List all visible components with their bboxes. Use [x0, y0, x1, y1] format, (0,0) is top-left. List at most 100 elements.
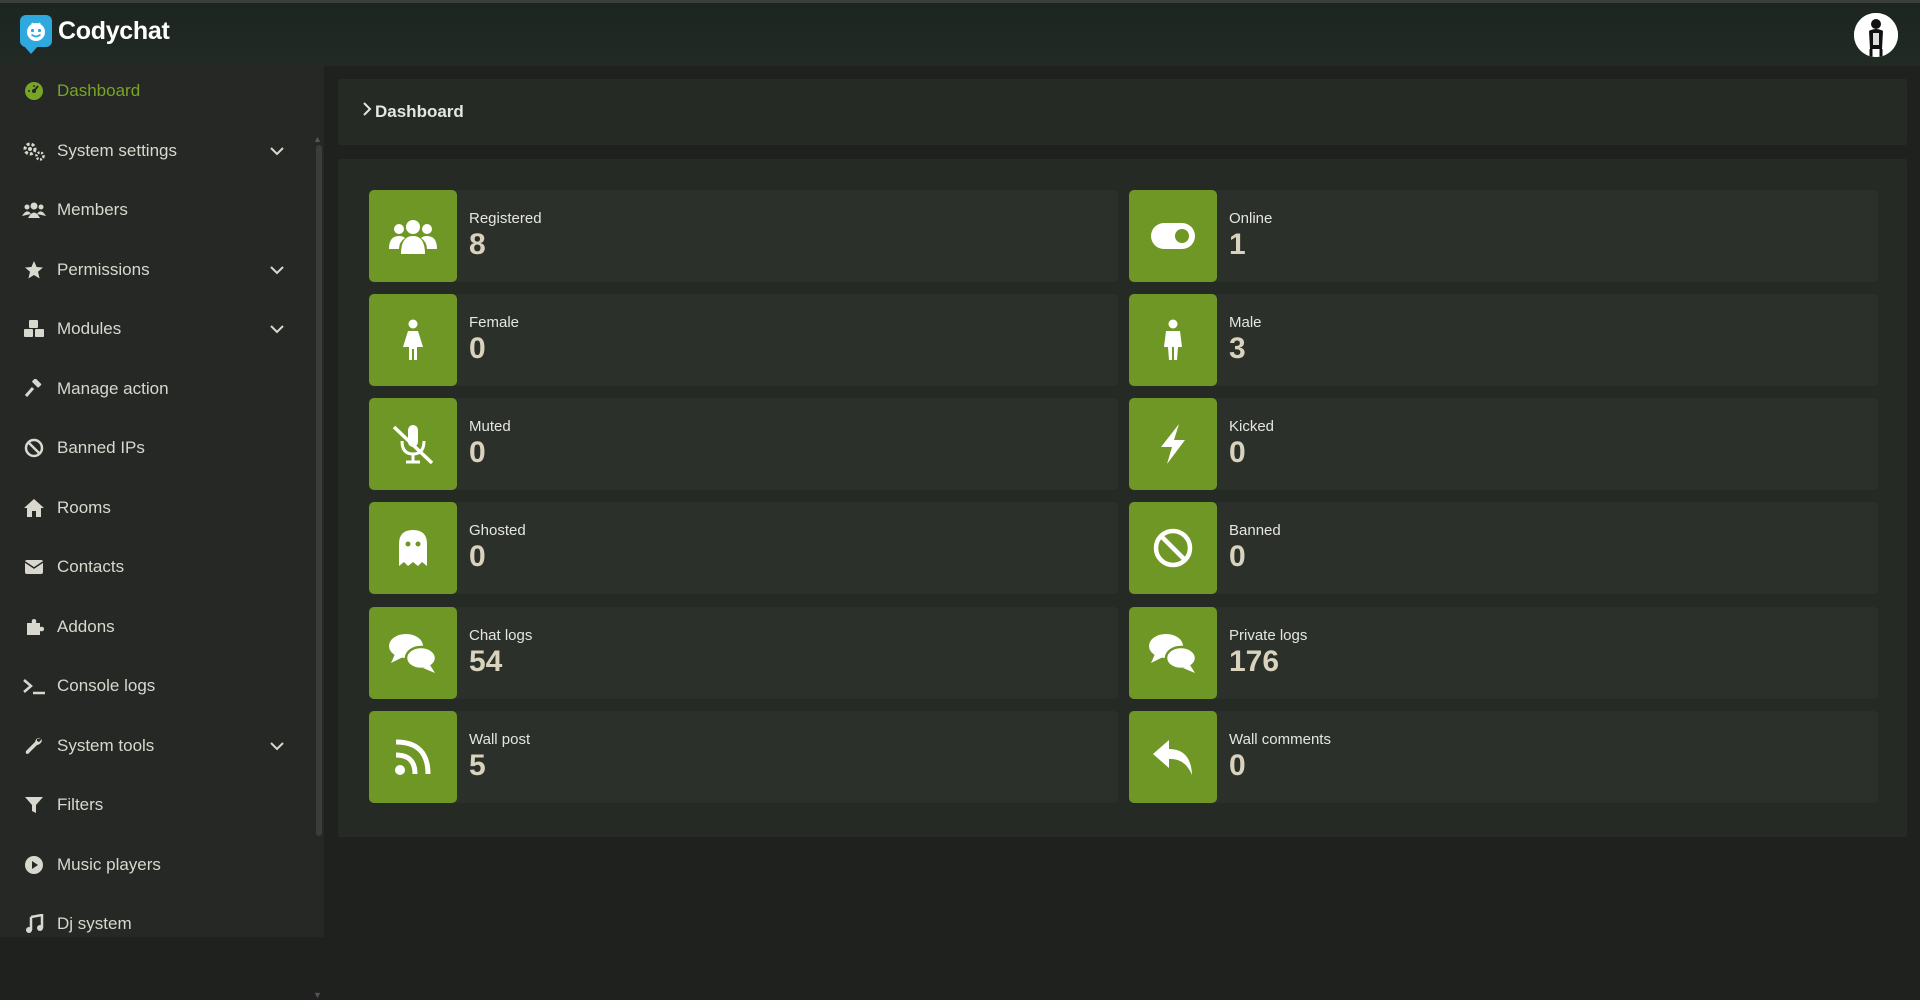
sidebar-item-label: Manage action: [57, 379, 169, 398]
stat-card-female: Female 0: [369, 294, 1118, 386]
music-icon: [21, 911, 47, 937]
user-avatar[interactable]: [1854, 13, 1898, 57]
ban-icon: [21, 435, 47, 461]
cogs-icon: [21, 138, 47, 164]
reply-icon: [1129, 711, 1217, 803]
sidebar-item-label: Filters: [57, 795, 104, 814]
sidebar-item-filters[interactable]: Filters: [0, 780, 300, 830]
stat-card-wall-comments: Wall comments 0: [1129, 711, 1878, 803]
stat-card-male: Male 3: [1129, 294, 1878, 386]
stat-value: 0: [469, 540, 486, 573]
stat-title: Male: [1229, 314, 1262, 331]
stat-card-kicked: Kicked 0: [1129, 398, 1878, 490]
scroll-down-arrow[interactable]: ▼: [313, 990, 322, 1000]
stat-card-ghosted: Ghosted 0: [369, 502, 1118, 594]
home-icon: [21, 495, 47, 521]
chevron-down-icon: [268, 142, 286, 160]
stat-value: 0: [469, 436, 486, 469]
cubes-icon: [21, 316, 47, 342]
ghost-icon: [369, 502, 457, 594]
stat-value: 5: [469, 749, 486, 782]
users-icon: [369, 190, 457, 282]
chevron-right-icon: [362, 101, 372, 122]
sidebar-item-modules[interactable]: Modules: [0, 304, 300, 354]
sidebar-item-console-logs[interactable]: Console logs: [0, 661, 300, 711]
stat-title: Chat logs: [469, 627, 533, 644]
stat-card-banned: Banned 0: [1129, 502, 1878, 594]
microphone-slash-icon: [369, 398, 457, 490]
stat-title: Female: [469, 314, 520, 331]
sidebar-item-system-settings[interactable]: System settings: [0, 126, 300, 176]
breadcrumb-current: Dashboard: [375, 101, 464, 121]
sidebar-item-addons[interactable]: Addons: [0, 602, 300, 652]
sidebar-item-dj-system[interactable]: Dj system: [0, 899, 300, 949]
stat-card-chat-logs: Chat logs 54: [369, 607, 1118, 699]
stat-value: 3: [1229, 332, 1246, 365]
chevron-down-icon: [268, 320, 286, 338]
sidebar-item-system-tools[interactable]: System tools: [0, 721, 300, 771]
sidebar-scrollbar[interactable]: [316, 145, 322, 836]
stat-title: Wall post: [469, 731, 531, 748]
chevron-down-icon: [268, 737, 286, 755]
sidebar-item-manage-action[interactable]: Manage action: [0, 364, 300, 414]
sidebar-item-label: Banned IPs: [57, 438, 145, 457]
sidebar-item-label: Modules: [57, 319, 122, 338]
envelope-icon: [21, 554, 47, 580]
sidebar-item-label: Dashboard: [57, 81, 141, 100]
stat-title: Wall comments: [1229, 731, 1331, 748]
stat-title: Private logs: [1229, 627, 1308, 644]
breadcrumb: Dashboard: [362, 101, 464, 122]
stat-card-muted: Muted 0: [369, 398, 1118, 490]
stat-value: 176: [1229, 645, 1280, 678]
stats-panel: Registered 8 Online 1 Female 0 Male 3 Mu…: [338, 159, 1907, 837]
sidebar-item-members[interactable]: Members: [0, 185, 300, 235]
sidebar-item-label: Music players: [57, 855, 161, 874]
filter-icon: [21, 792, 47, 818]
sidebar-item-label: System settings: [57, 141, 177, 160]
sidebar-item-rooms[interactable]: Rooms: [0, 483, 300, 533]
wrench-icon: [21, 733, 47, 759]
gavel-icon: [21, 376, 47, 402]
sidebar-item-label: Dj system: [57, 914, 132, 933]
sidebar-item-label: Console logs: [57, 676, 156, 695]
play-circle-icon: [21, 852, 47, 878]
breadcrumb-panel: Dashboard: [338, 79, 1907, 145]
users-icon: [21, 197, 47, 223]
female-icon: [369, 294, 457, 386]
bolt-icon: [1129, 398, 1217, 490]
male-icon: [1129, 294, 1217, 386]
sidebar-item-dashboard[interactable]: Dashboard: [0, 66, 300, 116]
stat-card-registered: Registered 8: [369, 190, 1118, 282]
stat-value: 0: [1229, 540, 1246, 573]
stat-title: Kicked: [1229, 418, 1275, 435]
stat-card-wall-post: Wall post 5: [369, 711, 1118, 803]
sidebar-item-music-players[interactable]: Music players: [0, 840, 300, 890]
sidebar-item-permissions[interactable]: Permissions: [0, 245, 300, 295]
star-icon: [21, 257, 47, 283]
sidebar-item-label: Rooms: [57, 498, 111, 517]
sidebar: ▲ ▼ Dashboard System settings Members Pe…: [0, 66, 324, 1000]
stat-value: 54: [469, 645, 503, 678]
chevron-down-icon: [268, 261, 286, 279]
sidebar-item-contacts[interactable]: Contacts: [0, 542, 300, 592]
stat-title: Ghosted: [469, 522, 526, 539]
logo-icon: [20, 15, 52, 54]
puzzle-icon: [21, 614, 47, 640]
comments-icon: [369, 607, 457, 699]
terminal-icon: [21, 673, 47, 699]
stat-title: Online: [1229, 210, 1273, 227]
sidebar-item-label: Permissions: [57, 260, 150, 279]
scroll-up-arrow[interactable]: ▲: [313, 134, 322, 144]
sidebar-item-banned-ips[interactable]: Banned IPs: [0, 423, 300, 473]
logo[interactable]: Codychat: [20, 15, 170, 54]
dashboard-icon: [21, 78, 47, 104]
rss-icon: [369, 711, 457, 803]
stat-value: 0: [1229, 436, 1246, 469]
stat-title: Banned: [1229, 522, 1281, 539]
stat-title: Muted: [469, 418, 511, 435]
top-bar: Codychat: [0, 0, 1920, 66]
stat-card-private-logs: Private logs 176: [1129, 607, 1878, 699]
stat-value: 8: [469, 228, 486, 261]
sidebar-item-label: Addons: [57, 617, 115, 636]
stat-title: Registered: [469, 210, 542, 227]
